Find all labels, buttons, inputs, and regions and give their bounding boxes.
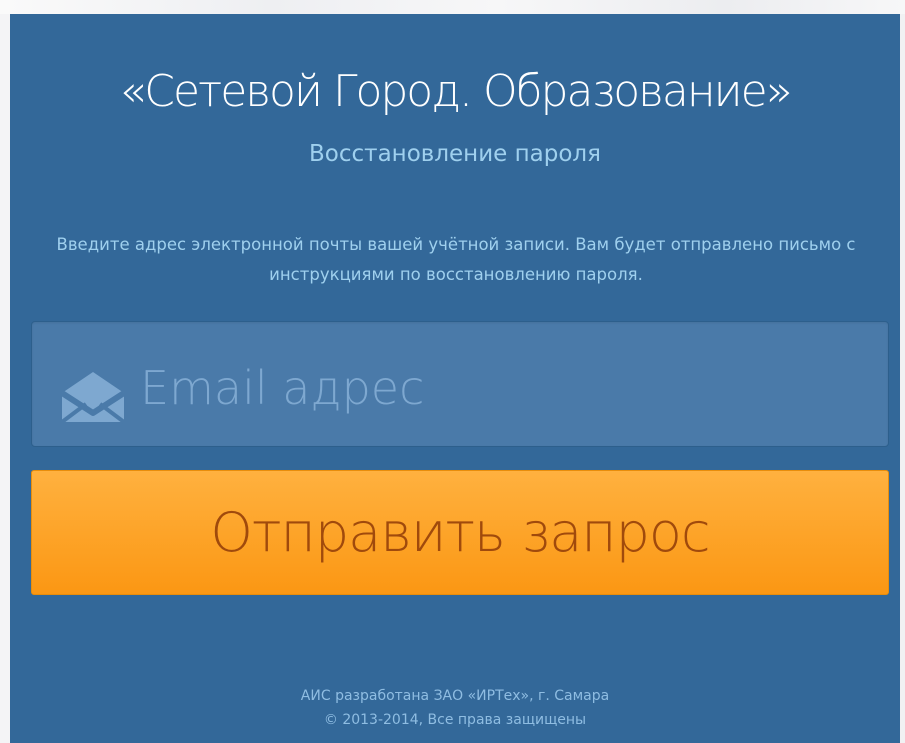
page-background-top bbox=[0, 0, 905, 14]
page-background-right bbox=[900, 14, 905, 743]
envelope-icon bbox=[59, 369, 127, 425]
submit-request-button[interactable]: Отправить запрос bbox=[31, 470, 889, 595]
instructions-text: Введите адрес электронной почты вашей уч… bbox=[56, 235, 856, 284]
page-subtitle: Восстановление пароля bbox=[309, 141, 601, 167]
footer: АИС разработана ЗАО «ИРТех», г. Самара ©… bbox=[10, 684, 900, 732]
page-title: «Сетевой Город. Образование» bbox=[119, 66, 792, 117]
page-background-left bbox=[0, 14, 10, 743]
footer-developer-text: АИС разработана ЗАО «ИРТех», г. Самара bbox=[300, 688, 610, 704]
footer-copyright-text: © 2013-2014, Все права защищены bbox=[323, 712, 587, 728]
email-input[interactable] bbox=[140, 348, 870, 428]
email-field[interactable] bbox=[31, 321, 889, 447]
password-recovery-panel: «Сетевой Город. Образование» Восстановле… bbox=[10, 14, 900, 743]
